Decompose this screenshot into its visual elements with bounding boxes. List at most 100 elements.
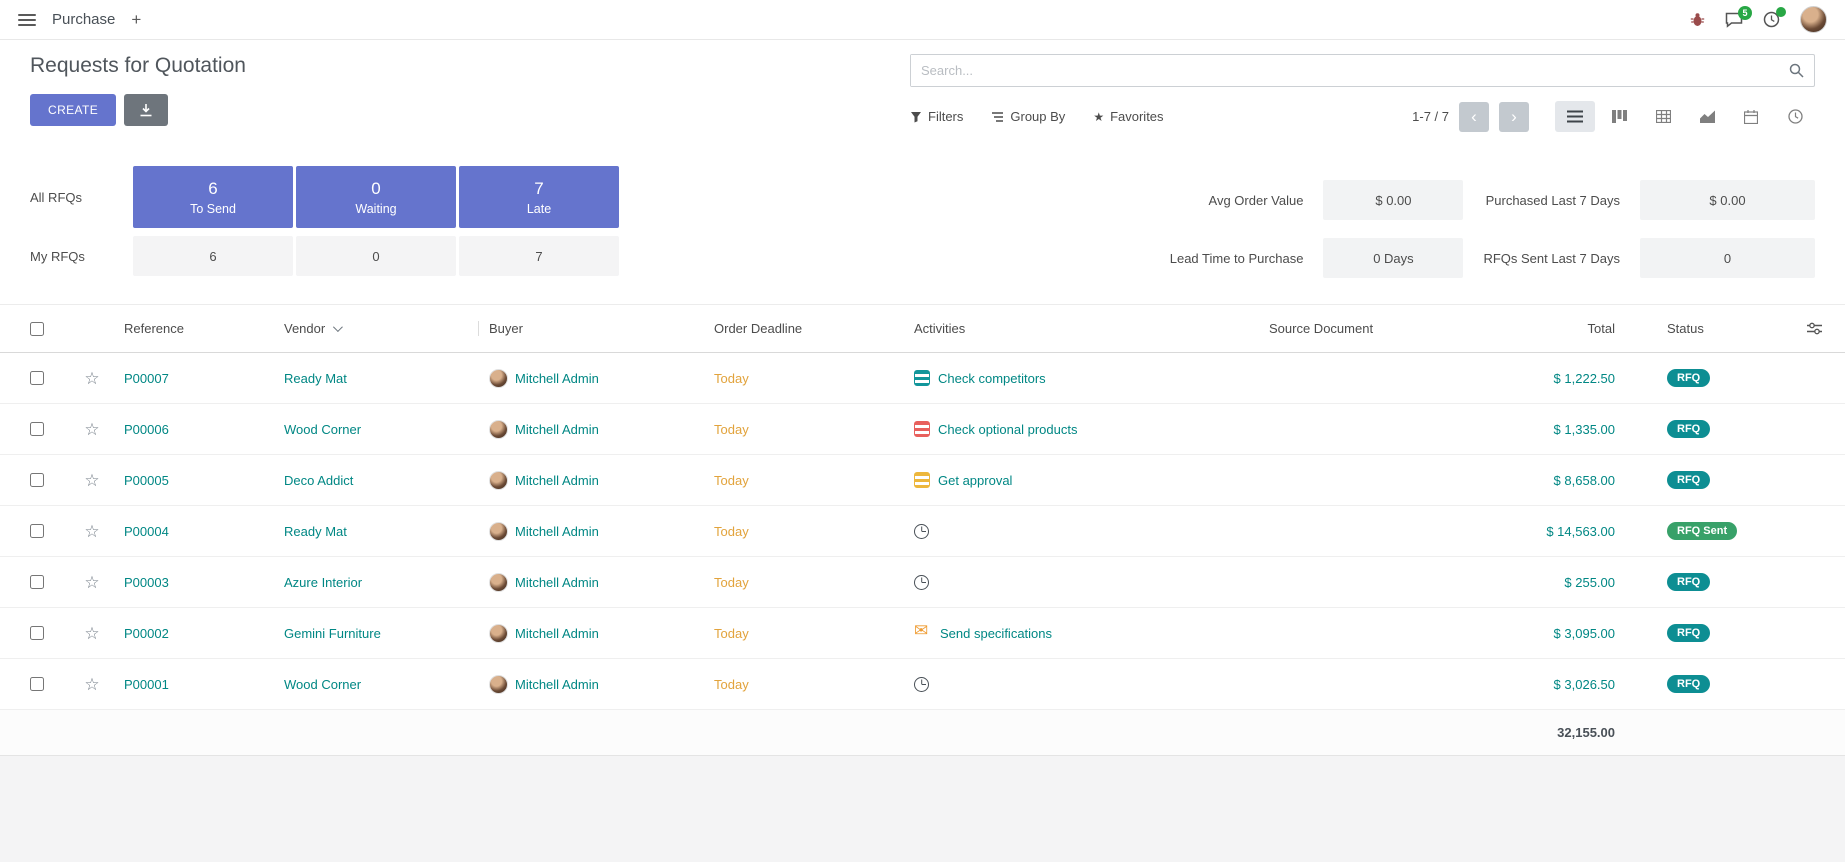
dashboard-stats: Avg Order Value $ 0.00 Purchased Last 7 … — [1170, 180, 1815, 278]
activity-view-button[interactable] — [1775, 101, 1815, 132]
tile-late[interactable]: 7 Late — [459, 166, 619, 228]
pivot-view-button[interactable] — [1643, 101, 1683, 132]
header-total[interactable]: Total — [1482, 321, 1657, 336]
list-view-button[interactable] — [1555, 101, 1595, 132]
purchase-dashboard: All RFQs 6 To Send 0 Waiting 7 Late My R… — [0, 144, 1845, 304]
favorites-button[interactable]: ★ Favorites — [1093, 109, 1163, 124]
activity-cell[interactable]: Get approval — [904, 472, 1259, 488]
favorite-star-icon[interactable]: ☆ — [84, 676, 99, 693]
row-checkbox[interactable] — [30, 677, 44, 691]
stat-value-purchased-last-7-days[interactable]: $ 0.00 — [1640, 180, 1815, 220]
header-vendor[interactable]: Vendor — [274, 321, 479, 336]
messages-icon[interactable]: 5 — [1725, 12, 1743, 28]
activity-cell[interactable]: Check competitors — [904, 370, 1259, 386]
row-checkbox[interactable] — [30, 473, 44, 487]
filters-button[interactable]: Filters — [910, 109, 963, 124]
table-row[interactable]: ☆ P00002 Gemini Furniture Mitchell Admin… — [0, 608, 1845, 659]
reference-cell: P00002 — [114, 626, 274, 641]
calendar-view-button[interactable] — [1731, 101, 1771, 132]
activity-text: Check competitors — [938, 371, 1046, 386]
buyer-cell: Mitchell Admin — [479, 522, 704, 541]
tile-my-waiting[interactable]: 0 — [296, 236, 456, 276]
header-status[interactable]: Status — [1657, 321, 1797, 336]
apps-menu-icon[interactable] — [18, 14, 36, 26]
table-row[interactable]: ☆ P00007 Ready Mat Mitchell Admin Today … — [0, 353, 1845, 404]
tile-my-late[interactable]: 7 — [459, 236, 619, 276]
vendor-cell: Wood Corner — [274, 677, 479, 692]
header-buyer[interactable]: Buyer — [479, 321, 704, 336]
row-checkbox[interactable] — [30, 575, 44, 589]
stat-value-avg-order-value[interactable]: $ 0.00 — [1323, 180, 1463, 220]
activity-text: Get approval — [938, 473, 1012, 488]
create-button[interactable]: CREATE — [30, 94, 116, 126]
table-row[interactable]: ☆ P00004 Ready Mat Mitchell Admin Today … — [0, 506, 1845, 557]
user-avatar[interactable] — [1800, 6, 1827, 33]
table-row[interactable]: ☆ P00006 Wood Corner Mitchell Admin Toda… — [0, 404, 1845, 455]
header-reference[interactable]: Reference — [114, 321, 274, 336]
total-cell: $ 3,026.50 — [1482, 677, 1657, 692]
header-order-deadline[interactable]: Order Deadline — [704, 321, 904, 336]
activity-cell[interactable]: Check optional products — [904, 421, 1259, 437]
table-row[interactable]: ☆ P00003 Azure Interior Mitchell Admin T… — [0, 557, 1845, 608]
stat-value-lead-time[interactable]: 0 Days — [1323, 238, 1463, 278]
buyer-name: Mitchell Admin — [515, 575, 599, 590]
debug-bug-icon[interactable] — [1690, 12, 1705, 27]
tile-waiting[interactable]: 0 Waiting — [296, 166, 456, 228]
group-by-button[interactable]: Group By — [991, 109, 1065, 124]
all-rfqs-label[interactable]: All RFQs — [30, 190, 130, 205]
page-title: Requests for Quotation — [30, 54, 910, 78]
header-source-document[interactable]: Source Document — [1259, 321, 1482, 336]
row-checkbox[interactable] — [30, 422, 44, 436]
tile-my-to-send[interactable]: 6 — [133, 236, 293, 276]
reference-cell: P00004 — [114, 524, 274, 539]
favorite-star-icon[interactable]: ☆ — [84, 421, 99, 438]
search-input[interactable] — [911, 55, 1789, 86]
reference-cell: P00006 — [114, 422, 274, 437]
stat-value-rfqs-sent-last-7-days[interactable]: 0 — [1640, 238, 1815, 278]
new-tab-plus-icon[interactable]: + — [131, 11, 141, 28]
favorite-star-icon[interactable]: ☆ — [84, 472, 99, 489]
kanban-view-button[interactable] — [1599, 101, 1639, 132]
total-cell: $ 3,095.00 — [1482, 626, 1657, 641]
table-row[interactable]: ☆ P00001 Wood Corner Mitchell Admin Toda… — [0, 659, 1845, 710]
favorite-star-icon[interactable]: ☆ — [84, 625, 99, 642]
activity-type-icon — [914, 524, 929, 539]
favorite-star-icon[interactable]: ☆ — [84, 523, 99, 540]
activity-cell[interactable] — [904, 524, 1259, 539]
app-title[interactable]: Purchase — [52, 11, 115, 28]
my-rfqs-label[interactable]: My RFQs — [30, 249, 130, 264]
pager-previous-button[interactable]: ‹ — [1459, 102, 1489, 132]
status-badge: RFQ Sent — [1667, 522, 1737, 540]
sort-chevron-down-icon — [333, 322, 343, 332]
table-row[interactable]: ☆ P00005 Deco Addict Mitchell Admin Toda… — [0, 455, 1845, 506]
activities-clock-icon[interactable] — [1763, 11, 1780, 28]
buyer-name: Mitchell Admin — [515, 524, 599, 539]
select-all-checkbox[interactable] — [30, 322, 44, 336]
favorite-star-icon[interactable]: ☆ — [84, 370, 99, 387]
tile-to-send[interactable]: 6 To Send — [133, 166, 293, 228]
header-activities[interactable]: Activities — [904, 321, 1259, 336]
buyer-cell: Mitchell Admin — [479, 573, 704, 592]
reference-cell: P00003 — [114, 575, 274, 590]
calendar-view-icon — [1744, 110, 1758, 124]
activity-cell[interactable] — [904, 575, 1259, 590]
stat-label-avg-order-value: Avg Order Value — [1170, 193, 1304, 208]
pager-next-button[interactable]: › — [1499, 102, 1529, 132]
main-area: Purchase + 5 Requests for Quotation CREA… — [0, 0, 1845, 756]
activity-cell[interactable]: Send specifications — [904, 625, 1259, 641]
table-footer-row: 32,155.00 — [0, 710, 1845, 756]
row-checkbox[interactable] — [30, 371, 44, 385]
table-body: ☆ P00007 Ready Mat Mitchell Admin Today … — [0, 353, 1845, 710]
optional-columns-icon[interactable] — [1797, 322, 1845, 335]
row-checkbox[interactable] — [30, 626, 44, 640]
graph-view-button[interactable] — [1687, 101, 1727, 132]
status-badge: RFQ — [1667, 369, 1710, 387]
favorite-star-icon[interactable]: ☆ — [84, 574, 99, 591]
row-checkbox[interactable] — [30, 524, 44, 538]
search-icon[interactable] — [1789, 63, 1804, 78]
activity-type-icon — [914, 575, 929, 590]
activity-view-icon — [1788, 109, 1803, 124]
export-button[interactable] — [124, 94, 168, 126]
activity-cell[interactable] — [904, 677, 1259, 692]
status-badge: RFQ — [1667, 624, 1710, 642]
